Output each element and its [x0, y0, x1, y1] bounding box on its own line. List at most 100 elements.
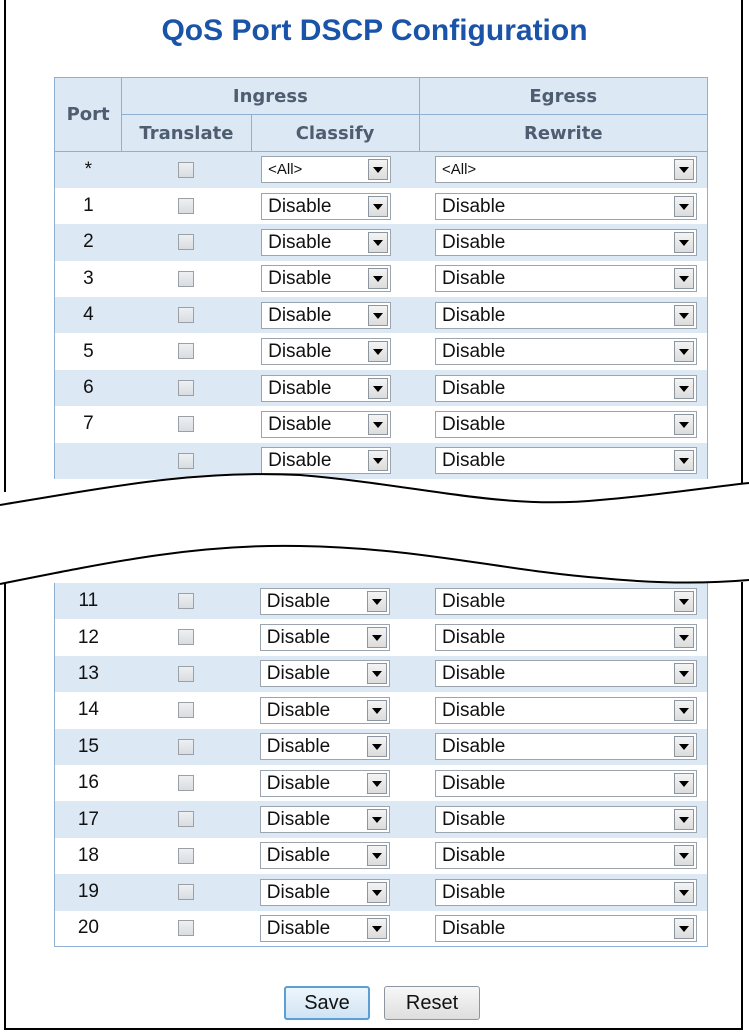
- chevron-down-icon[interactable]: [366, 663, 387, 685]
- translate-checkbox[interactable]: [177, 920, 194, 937]
- chevron-down-icon[interactable]: [674, 663, 694, 685]
- translate-checkbox[interactable]: [177, 811, 194, 828]
- classify-value: Disable: [268, 268, 332, 290]
- classify-select[interactable]: Disable: [261, 228, 392, 256]
- translate-checkbox[interactable]: [177, 884, 194, 901]
- chevron-down-icon[interactable]: [368, 377, 389, 399]
- translate-checkbox[interactable]: [178, 343, 195, 360]
- rewrite-select[interactable]: Disable: [435, 374, 697, 402]
- chevron-down-icon[interactable]: [674, 341, 694, 363]
- chevron-down-icon[interactable]: [674, 881, 694, 903]
- chevron-down-icon[interactable]: [674, 159, 694, 181]
- rewrite-select[interactable]: Disable: [435, 228, 697, 256]
- port-cell: 6: [53, 369, 122, 407]
- chevron-down-icon[interactable]: [674, 736, 694, 758]
- reset-button[interactable]: Reset: [384, 986, 480, 1020]
- classify-select[interactable]: Disable: [259, 842, 390, 870]
- classify-select[interactable]: Disable: [261, 265, 392, 293]
- save-button[interactable]: Save: [284, 986, 370, 1020]
- classify-select[interactable]: Disable: [259, 878, 390, 906]
- rewrite-cell: Disable: [419, 406, 708, 443]
- translate-checkbox[interactable]: [177, 738, 194, 755]
- classify-select[interactable]: Disable: [261, 410, 392, 438]
- classify-select[interactable]: Disable: [261, 338, 392, 366]
- classify-select[interactable]: <All>: [261, 156, 392, 184]
- translate-checkbox[interactable]: [178, 379, 195, 396]
- chevron-down-icon[interactable]: [366, 845, 387, 867]
- classify-value: Disable: [266, 663, 331, 685]
- chevron-down-icon[interactable]: [674, 195, 694, 217]
- rewrite-select[interactable]: <All>: [435, 156, 697, 184]
- chevron-down-icon[interactable]: [674, 268, 694, 290]
- classify-select[interactable]: Disable: [259, 806, 390, 834]
- chevron-down-icon[interactable]: [674, 231, 694, 253]
- rewrite-select[interactable]: Disable: [435, 806, 697, 834]
- translate-checkbox[interactable]: [178, 161, 195, 178]
- rewrite-cell: Disable: [419, 655, 708, 693]
- rewrite-select[interactable]: Disable: [435, 842, 697, 870]
- rewrite-select[interactable]: Disable: [435, 878, 697, 906]
- translate-checkbox[interactable]: [177, 847, 194, 864]
- rewrite-value: Disable: [442, 881, 506, 903]
- chevron-down-icon[interactable]: [366, 772, 387, 794]
- translate-checkbox[interactable]: [178, 234, 195, 251]
- classify-select[interactable]: Disable: [259, 769, 390, 797]
- classify-value: Disable: [266, 845, 331, 867]
- rewrite-select[interactable]: Disable: [435, 660, 697, 688]
- classify-select[interactable]: Disable: [261, 192, 392, 220]
- rewrite-select[interactable]: Disable: [435, 696, 697, 724]
- classify-select[interactable]: Disable: [259, 696, 390, 724]
- chevron-down-icon[interactable]: [674, 845, 694, 867]
- rewrite-select[interactable]: Disable: [435, 192, 697, 220]
- classify-select[interactable]: Disable: [259, 914, 390, 942]
- classify-cell: <All>: [251, 151, 419, 188]
- rewrite-select[interactable]: Disable: [435, 769, 697, 797]
- chevron-down-icon[interactable]: [368, 341, 389, 363]
- chevron-down-icon[interactable]: [674, 917, 694, 939]
- port-cell: 7: [53, 406, 122, 443]
- rewrite-cell: Disable: [419, 224, 708, 261]
- chevron-down-icon[interactable]: [366, 881, 387, 903]
- chevron-down-icon[interactable]: [368, 231, 389, 253]
- chevron-down-icon[interactable]: [674, 699, 694, 721]
- translate-checkbox[interactable]: [177, 702, 194, 719]
- chevron-down-icon[interactable]: [674, 772, 694, 794]
- rewrite-select[interactable]: Disable: [435, 301, 697, 329]
- translate-checkbox[interactable]: [178, 270, 195, 287]
- chevron-down-icon[interactable]: [368, 413, 389, 435]
- chevron-down-icon[interactable]: [674, 809, 694, 831]
- classify-select[interactable]: Disable: [259, 733, 390, 761]
- translate-checkbox[interactable]: [178, 197, 195, 214]
- rewrite-select[interactable]: Disable: [435, 733, 697, 761]
- chevron-down-icon[interactable]: [366, 699, 387, 721]
- classify-select[interactable]: Disable: [261, 301, 392, 329]
- rewrite-select[interactable]: Disable: [435, 410, 697, 438]
- translate-checkbox[interactable]: [177, 665, 194, 682]
- chevron-down-icon[interactable]: [368, 304, 389, 326]
- rewrite-select[interactable]: Disable: [435, 265, 697, 293]
- translate-checkbox[interactable]: [177, 774, 194, 791]
- port-cell: 19: [53, 874, 122, 911]
- translate-checkbox[interactable]: [178, 416, 195, 433]
- chevron-down-icon[interactable]: [674, 413, 694, 435]
- chevron-down-icon[interactable]: [674, 304, 694, 326]
- rewrite-value: Disable: [442, 304, 506, 326]
- translate-checkbox[interactable]: [178, 307, 195, 324]
- chevron-down-icon[interactable]: [674, 377, 694, 399]
- classify-select[interactable]: Disable: [261, 374, 392, 402]
- chevron-down-icon[interactable]: [366, 917, 387, 939]
- rewrite-value: Disable: [442, 663, 506, 685]
- rewrite-value: Disable: [442, 341, 506, 363]
- translate-cell: [121, 910, 250, 948]
- chevron-down-icon[interactable]: [368, 268, 389, 290]
- classify-value: <All>: [268, 161, 303, 179]
- chevron-down-icon[interactable]: [366, 736, 387, 758]
- classify-cell: Disable: [251, 297, 419, 334]
- rewrite-select[interactable]: Disable: [435, 338, 697, 366]
- chevron-down-icon[interactable]: [368, 159, 389, 181]
- chevron-down-icon[interactable]: [368, 195, 389, 217]
- rewrite-select[interactable]: Disable: [435, 914, 697, 942]
- page-break-wave-lower: [0, 540, 749, 585]
- chevron-down-icon[interactable]: [366, 809, 387, 831]
- classify-select[interactable]: Disable: [259, 660, 390, 688]
